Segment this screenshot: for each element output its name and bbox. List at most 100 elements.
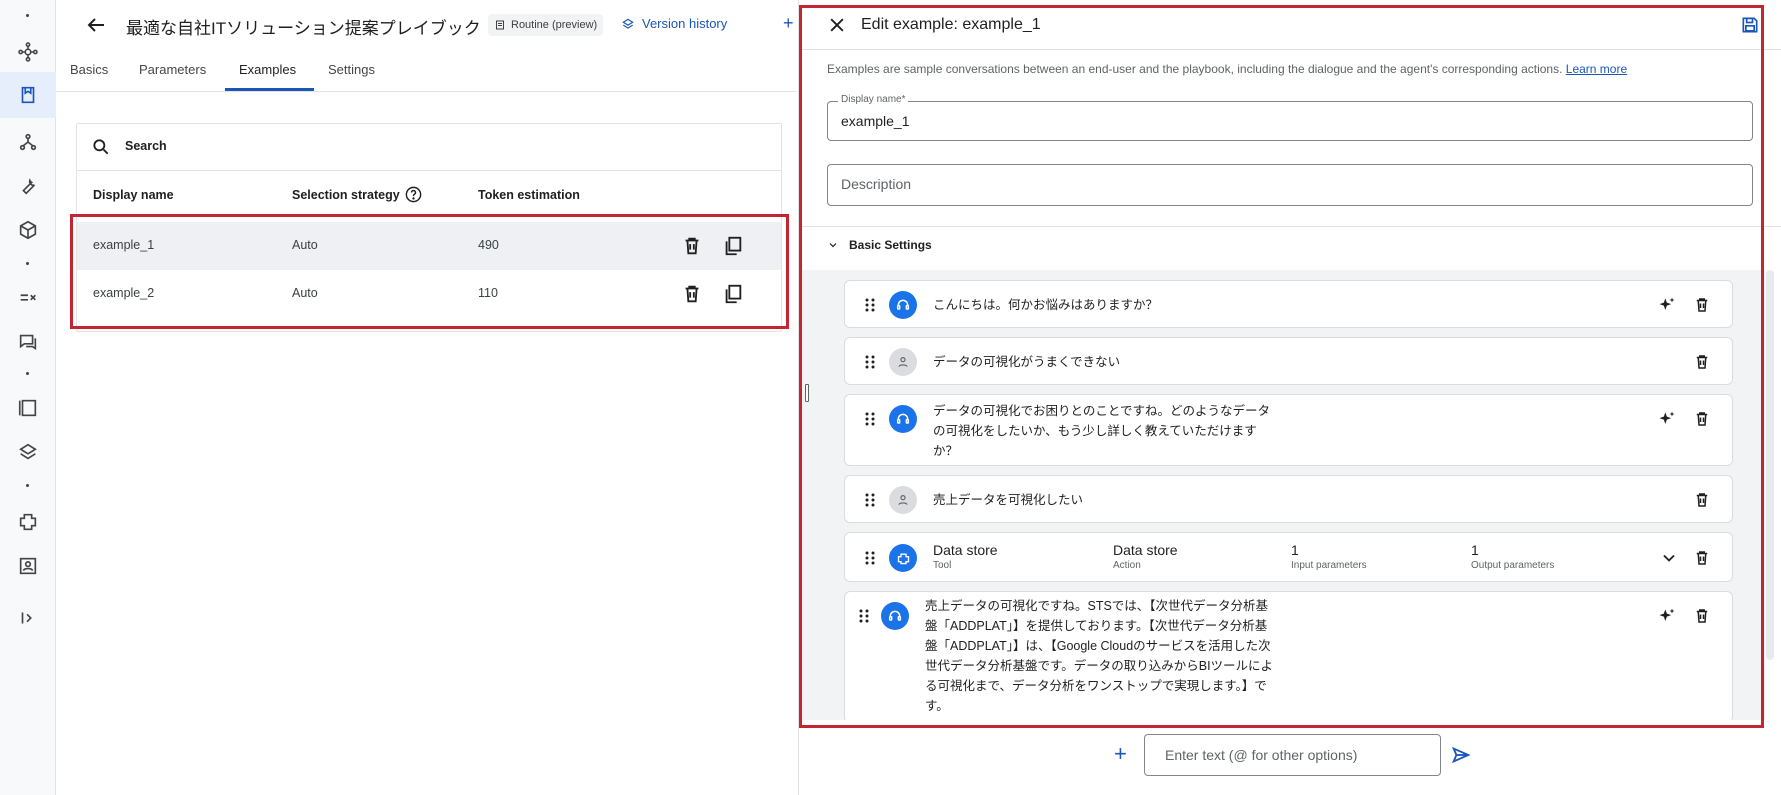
- expand-rail-icon[interactable]: [0, 600, 56, 636]
- delete-icon[interactable]: [1693, 606, 1711, 626]
- drag-handle-icon[interactable]: [865, 493, 875, 507]
- tool-column-output-parameters: 1 Output parameters: [1471, 542, 1554, 571]
- routine-preview-chip[interactable]: Routine (preview): [488, 14, 604, 36]
- chevron-down-icon[interactable]: [1659, 548, 1679, 568]
- display-name-value: example_1: [841, 113, 910, 129]
- turn-text: データの可視化がうまくできない: [933, 355, 1121, 369]
- turn-text: こんにちは。何かお悩みはありますか？: [933, 298, 1159, 312]
- turn-text-line: す。: [925, 699, 949, 713]
- tools-wrench-icon[interactable]: [0, 168, 56, 204]
- sparkle-icon[interactable]: [1657, 295, 1677, 315]
- data-store-cube-icon[interactable]: [0, 212, 56, 248]
- basic-settings-toggle[interactable]: Basic Settings: [827, 238, 932, 252]
- back-arrow-icon[interactable]: [84, 13, 108, 37]
- input-parameters-caption: Input parameters: [1291, 560, 1367, 571]
- tool-caption: Tool: [933, 560, 952, 571]
- turn-text-line: データの可視化でお困りとのことですね。どのようなデータ: [933, 404, 1271, 418]
- panel-header: Edit example: example_1: [799, 0, 1781, 50]
- panel-layout-icon[interactable]: [0, 390, 56, 426]
- turn-text-line: 盤「ADDPLAT」】は、【Google Cloudのサービスを活用した次: [925, 639, 1271, 653]
- drag-handle-icon[interactable]: [865, 298, 875, 312]
- tool-call-turn[interactable]: Data store Tool Data store Action 1 Inpu…: [844, 532, 1733, 582]
- active-tab-indicator: [225, 88, 314, 91]
- close-icon[interactable]: [827, 15, 847, 35]
- drag-handle-icon[interactable]: [865, 412, 875, 426]
- agent-turn[interactable]: 売上データの可視化ですね。STSでは、【次世代データ分析基 盤「ADDPLAT」…: [844, 591, 1733, 720]
- agent-headset-icon: [889, 291, 917, 319]
- description-placeholder: Description: [841, 176, 912, 192]
- integrations-icon[interactable]: [0, 504, 56, 540]
- delete-icon[interactable]: [1693, 490, 1711, 510]
- action-caption: Action: [1113, 560, 1141, 571]
- composer-input[interactable]: Enter text (@ for other options): [1144, 734, 1441, 776]
- tab-basics[interactable]: Basics: [70, 62, 108, 77]
- top-bar: 最適な自社ITソリューション提案プレイブック Routine (preview)…: [56, 0, 796, 50]
- column-header-token-estimation[interactable]: Token estimation: [478, 188, 580, 202]
- conversation-history-icon[interactable]: [0, 324, 56, 360]
- flows-icon[interactable]: [0, 124, 56, 160]
- chevron-down-icon: [829, 243, 837, 248]
- page-title: 最適な自社ITソリューション提案プレイブック: [126, 19, 481, 38]
- add-icon[interactable]: +: [783, 13, 794, 34]
- add-attachment-icon[interactable]: +: [1114, 741, 1127, 767]
- search-label: Search: [125, 139, 167, 153]
- tool-column-action: Data store Action: [1113, 542, 1178, 571]
- agents-hub-icon[interactable]: [0, 34, 56, 70]
- scrollbar[interactable]: [1766, 270, 1774, 660]
- version-history-button[interactable]: Version history: [621, 16, 727, 31]
- edit-example-panel: Edit example: example_1 Examples are sam…: [798, 0, 1781, 795]
- send-icon[interactable]: [1450, 744, 1472, 766]
- turn-text-line: 売上データの可視化ですね。STSでは、【次世代データ分析基: [925, 599, 1269, 613]
- tab-bar: Basics Parameters Examples Settings: [56, 50, 796, 92]
- test-cases-icon[interactable]: [0, 280, 56, 316]
- drag-handle-icon[interactable]: [859, 609, 869, 623]
- routine-doc-icon: [496, 20, 504, 30]
- delete-icon[interactable]: [1693, 295, 1711, 315]
- account-box-icon[interactable]: [0, 548, 56, 584]
- layers-icon[interactable]: [0, 434, 56, 470]
- composer-placeholder: Enter text (@ for other options): [1165, 747, 1358, 763]
- drag-handle-icon[interactable]: [865, 355, 875, 369]
- sparkle-icon[interactable]: [1657, 606, 1677, 626]
- output-parameters-caption: Output parameters: [1471, 560, 1555, 571]
- delete-icon[interactable]: [1693, 409, 1711, 429]
- column-header-display-name[interactable]: Display name: [93, 188, 174, 202]
- agent-turn[interactable]: データの可視化でお困りとのことですね。どのようなデータ の可視化をしたいか、もう…: [844, 394, 1733, 466]
- search-bar[interactable]: Search: [77, 124, 781, 171]
- panel-description: Examples are sample conversations betwee…: [827, 62, 1627, 76]
- user-turn[interactable]: データの可視化がうまくできない: [844, 337, 1733, 385]
- display-name-field[interactable]: Display name* example_1: [827, 94, 1753, 141]
- delete-icon[interactable]: [1693, 352, 1711, 372]
- user-turn[interactable]: 売上データを可視化したい: [844, 475, 1733, 523]
- tab-settings[interactable]: Settings: [328, 62, 375, 77]
- tool-extension-icon: [889, 544, 917, 572]
- drag-handle-icon[interactable]: [865, 551, 875, 565]
- agent-turn[interactable]: こんにちは。何かお悩みはありますか？: [844, 280, 1733, 328]
- layers-icon: [622, 18, 634, 29]
- action-name: Data store: [1113, 542, 1178, 558]
- highlight-box-table: [70, 214, 789, 329]
- version-history-label: Version history: [642, 16, 728, 31]
- turn-text-line: 盤「ADDPLAT」】を提供しております。【次世代データ分析基: [925, 619, 1268, 633]
- help-icon[interactable]: [404, 185, 423, 204]
- delete-icon[interactable]: [1693, 548, 1711, 568]
- tool-name: Data store: [933, 542, 998, 558]
- playbooks-icon[interactable]: [0, 72, 56, 118]
- turn-text: 売上データの可視化ですね。STSでは、【次世代データ分析基 盤「ADDPLAT」…: [925, 596, 1273, 716]
- tab-parameters[interactable]: Parameters: [139, 62, 206, 77]
- tab-examples[interactable]: Examples: [239, 62, 296, 77]
- sparkle-icon[interactable]: [1657, 409, 1677, 429]
- basic-settings-label: Basic Settings: [849, 238, 932, 252]
- resize-handle[interactable]: [805, 384, 809, 402]
- tool-column-tool: Data store Tool: [933, 542, 998, 571]
- left-nav-rail: [0, 0, 56, 795]
- rail-separator-dot: [26, 14, 29, 17]
- description-field[interactable]: Description: [827, 164, 1753, 206]
- learn-more-link[interactable]: Learn more: [1566, 62, 1627, 76]
- panel-title: Edit example: example_1: [861, 16, 1041, 33]
- tool-column-input-parameters: 1 Input parameters: [1291, 542, 1367, 571]
- column-header-selection-strategy[interactable]: Selection strategy: [292, 188, 400, 202]
- agent-headset-icon: [889, 405, 917, 433]
- save-icon[interactable]: [1740, 15, 1760, 35]
- turn-text-line: の可視化をしたいか、もう少し詳しく教えていただけます: [933, 424, 1257, 438]
